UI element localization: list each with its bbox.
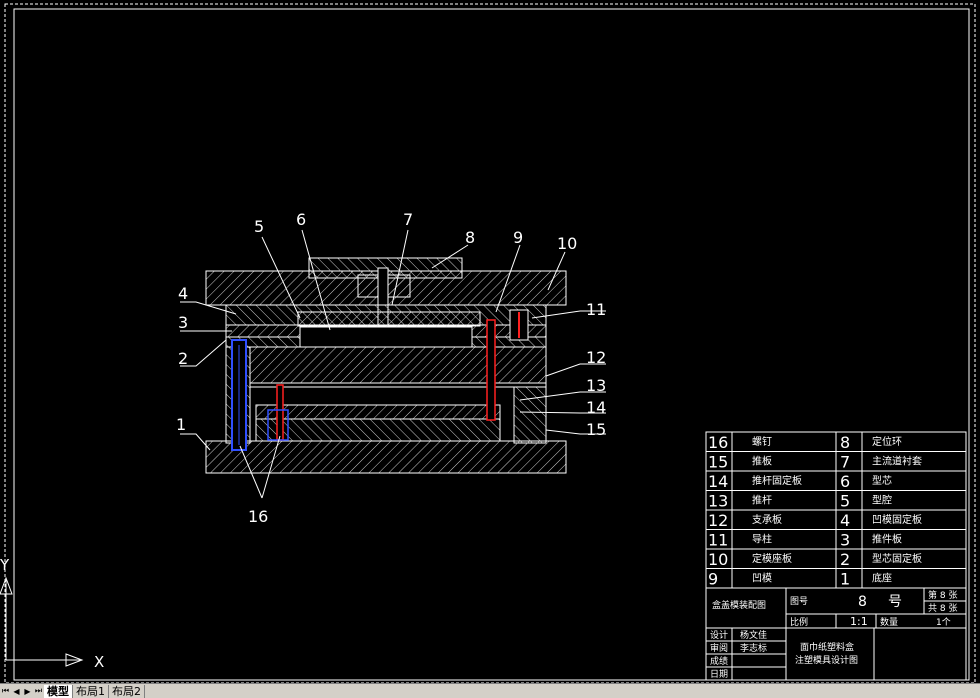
balloon-13: 13 (586, 376, 606, 395)
tab-layout1[interactable]: 布局1 (73, 684, 109, 698)
bom-name-left: 推杆 (752, 494, 772, 507)
return-pin-right (486, 319, 496, 421)
bom-no-left: 14 (708, 472, 728, 491)
drawing-name: 盒盖模装配图 (712, 599, 766, 611)
review-label: 审阅 (710, 642, 728, 654)
bom-no-right: 7 (840, 453, 850, 472)
ejector-pin-left (276, 384, 284, 441)
bom-no-left: 12 (708, 511, 728, 530)
layout-tab-bar: ⏮ ◀ ▶ ⏭ 模型 布局1 布局2 (0, 683, 980, 698)
balloon-9: 9 (513, 228, 523, 247)
prev-tab-icon[interactable]: ◀ (11, 685, 22, 697)
support-plate (249, 382, 547, 388)
bom-no-left: 16 (708, 433, 728, 452)
balloon-15: 15 (586, 420, 606, 439)
drawing-svg: 1 2 3 4 5 6 7 8 9 10 11 12 13 14 15 16 1… (0, 3, 976, 683)
bom-no-left: 11 (708, 531, 728, 550)
balloon-3: 3 (178, 313, 188, 332)
bom-name-left: 螺钉 (752, 436, 772, 448)
qty-label: 数量 (880, 616, 898, 628)
bom-name-right: 底座 (872, 572, 892, 585)
reviewer: 李志标 (740, 642, 767, 654)
tab-layout2[interactable]: 布局2 (109, 684, 145, 698)
grade-label: 成绩 (710, 655, 728, 667)
bom-no-right: 3 (840, 531, 850, 550)
balloon-14: 14 (586, 398, 606, 417)
bom-no-right: 4 (840, 511, 850, 530)
title-line-2: 注塑模具设计图 (795, 654, 858, 666)
balloon-6: 6 (296, 210, 306, 229)
scale-label: 比例 (790, 616, 808, 628)
base-plate (205, 440, 567, 474)
balloon-16: 16 (248, 507, 268, 526)
balloon-2: 2 (178, 349, 188, 368)
bom-name-right: 主流道衬套 (872, 455, 922, 468)
balloon-1: 1 (176, 415, 186, 434)
ucs-x-label: X (94, 653, 104, 671)
balloon-8: 8 (465, 228, 475, 247)
ucs-y-label: Y (0, 556, 10, 574)
cad-drawing-area[interactable]: 1 2 3 4 5 6 7 8 9 10 11 12 13 14 15 16 1… (0, 0, 980, 683)
mold-section (205, 257, 567, 474)
next-tab-icon[interactable]: ▶ (22, 685, 33, 697)
designer: 杨文佳 (740, 629, 767, 641)
tab-model[interactable]: 模型 (44, 684, 73, 698)
total-label: 共 8 张 (928, 603, 957, 614)
bom-name-left: 凹模 (752, 573, 772, 585)
bom-no-left: 15 (708, 453, 728, 472)
bom-name-left: 导柱 (752, 533, 772, 546)
spacer-block-right (513, 386, 547, 444)
core (299, 326, 473, 348)
balloon-12: 12 (586, 348, 606, 367)
bom-no-right: 2 (840, 550, 850, 569)
drawing-no-label: 图号 (790, 596, 808, 607)
ejector-retainer-plate (255, 404, 501, 420)
bom-no-left: 9 (708, 570, 718, 589)
ejector-plate (255, 418, 501, 442)
bom-no-left: 10 (708, 550, 728, 569)
scale-value: 1:1 (850, 615, 868, 628)
bom-name-left: 推杆固定板 (752, 474, 802, 487)
bom-name-right: 推件板 (872, 533, 902, 546)
date-label: 日期 (710, 669, 728, 680)
balloon-10: 10 (557, 234, 577, 253)
bom-name-right: 定位环 (872, 435, 902, 448)
sheet-label: 第 8 张 (928, 589, 957, 601)
bom-name-left: 定模座板 (752, 552, 792, 565)
drawing-no: 8 (858, 594, 867, 610)
bom-name-right: 型芯固定板 (872, 552, 922, 565)
bom-no-right: 1 (840, 570, 850, 589)
bom-no-right: 8 (840, 433, 850, 452)
qty-value: 1个 (936, 617, 951, 628)
bom-no-right: 6 (840, 472, 850, 491)
balloon-4: 4 (178, 284, 188, 303)
ucs-icon (0, 576, 84, 667)
bom-name-left: 推板 (752, 455, 772, 468)
title-line-1: 面巾纸塑料盒 (800, 641, 854, 653)
balloon-7: 7 (403, 210, 413, 229)
bom-name-right: 凹模固定板 (872, 513, 922, 526)
first-tab-icon[interactable]: ⏮ (0, 685, 11, 697)
bom-name-right: 型芯 (872, 474, 892, 487)
balloon-11: 11 (586, 300, 606, 319)
bom-name-left: 支承板 (752, 513, 782, 526)
drawing-no-unit: 号 (888, 594, 902, 610)
last-tab-icon[interactable]: ⏭ (33, 685, 44, 697)
bom-text: 16 螺钉 8 定位环15 推板 7 主流道衬套14 推杆固定板 6 型芯13 推杆 5 型腔12 支承板… (708, 433, 957, 680)
bom-no-left: 13 (708, 492, 728, 511)
bom-name-right: 型腔 (872, 494, 892, 507)
balloon-5: 5 (254, 217, 264, 236)
bom-no-right: 5 (840, 492, 850, 511)
design-label: 设计 (710, 629, 728, 641)
